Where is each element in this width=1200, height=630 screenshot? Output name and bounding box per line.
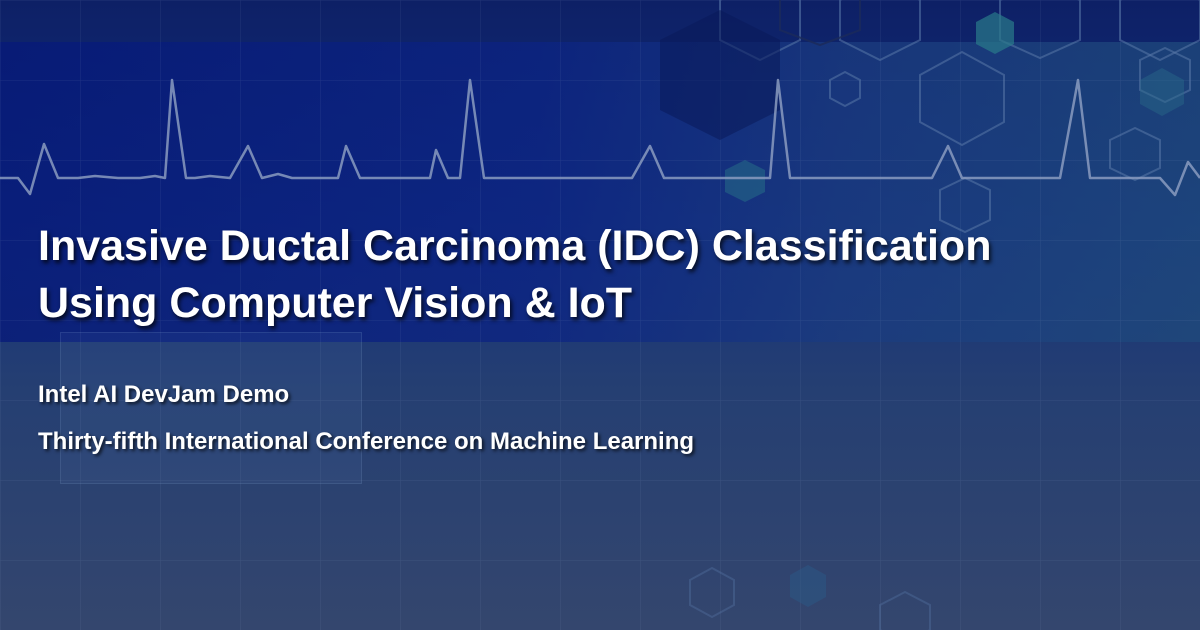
- event-name: Thirty-fifth International Conference on…: [38, 428, 695, 455]
- title-line-1: Invasive Ductal Carcinoma (IDC) Classifi…: [38, 222, 992, 270]
- subtitle: Intel AI DevJam Demo: [38, 381, 290, 408]
- page-title: Invasive Ductal Carcinoma (IDC) Classifi…: [38, 218, 1178, 332]
- title-line-2: Using Computer Vision & IoT: [38, 279, 633, 327]
- banner: Invasive Ductal Carcinoma (IDC) Classifi…: [0, 0, 1200, 630]
